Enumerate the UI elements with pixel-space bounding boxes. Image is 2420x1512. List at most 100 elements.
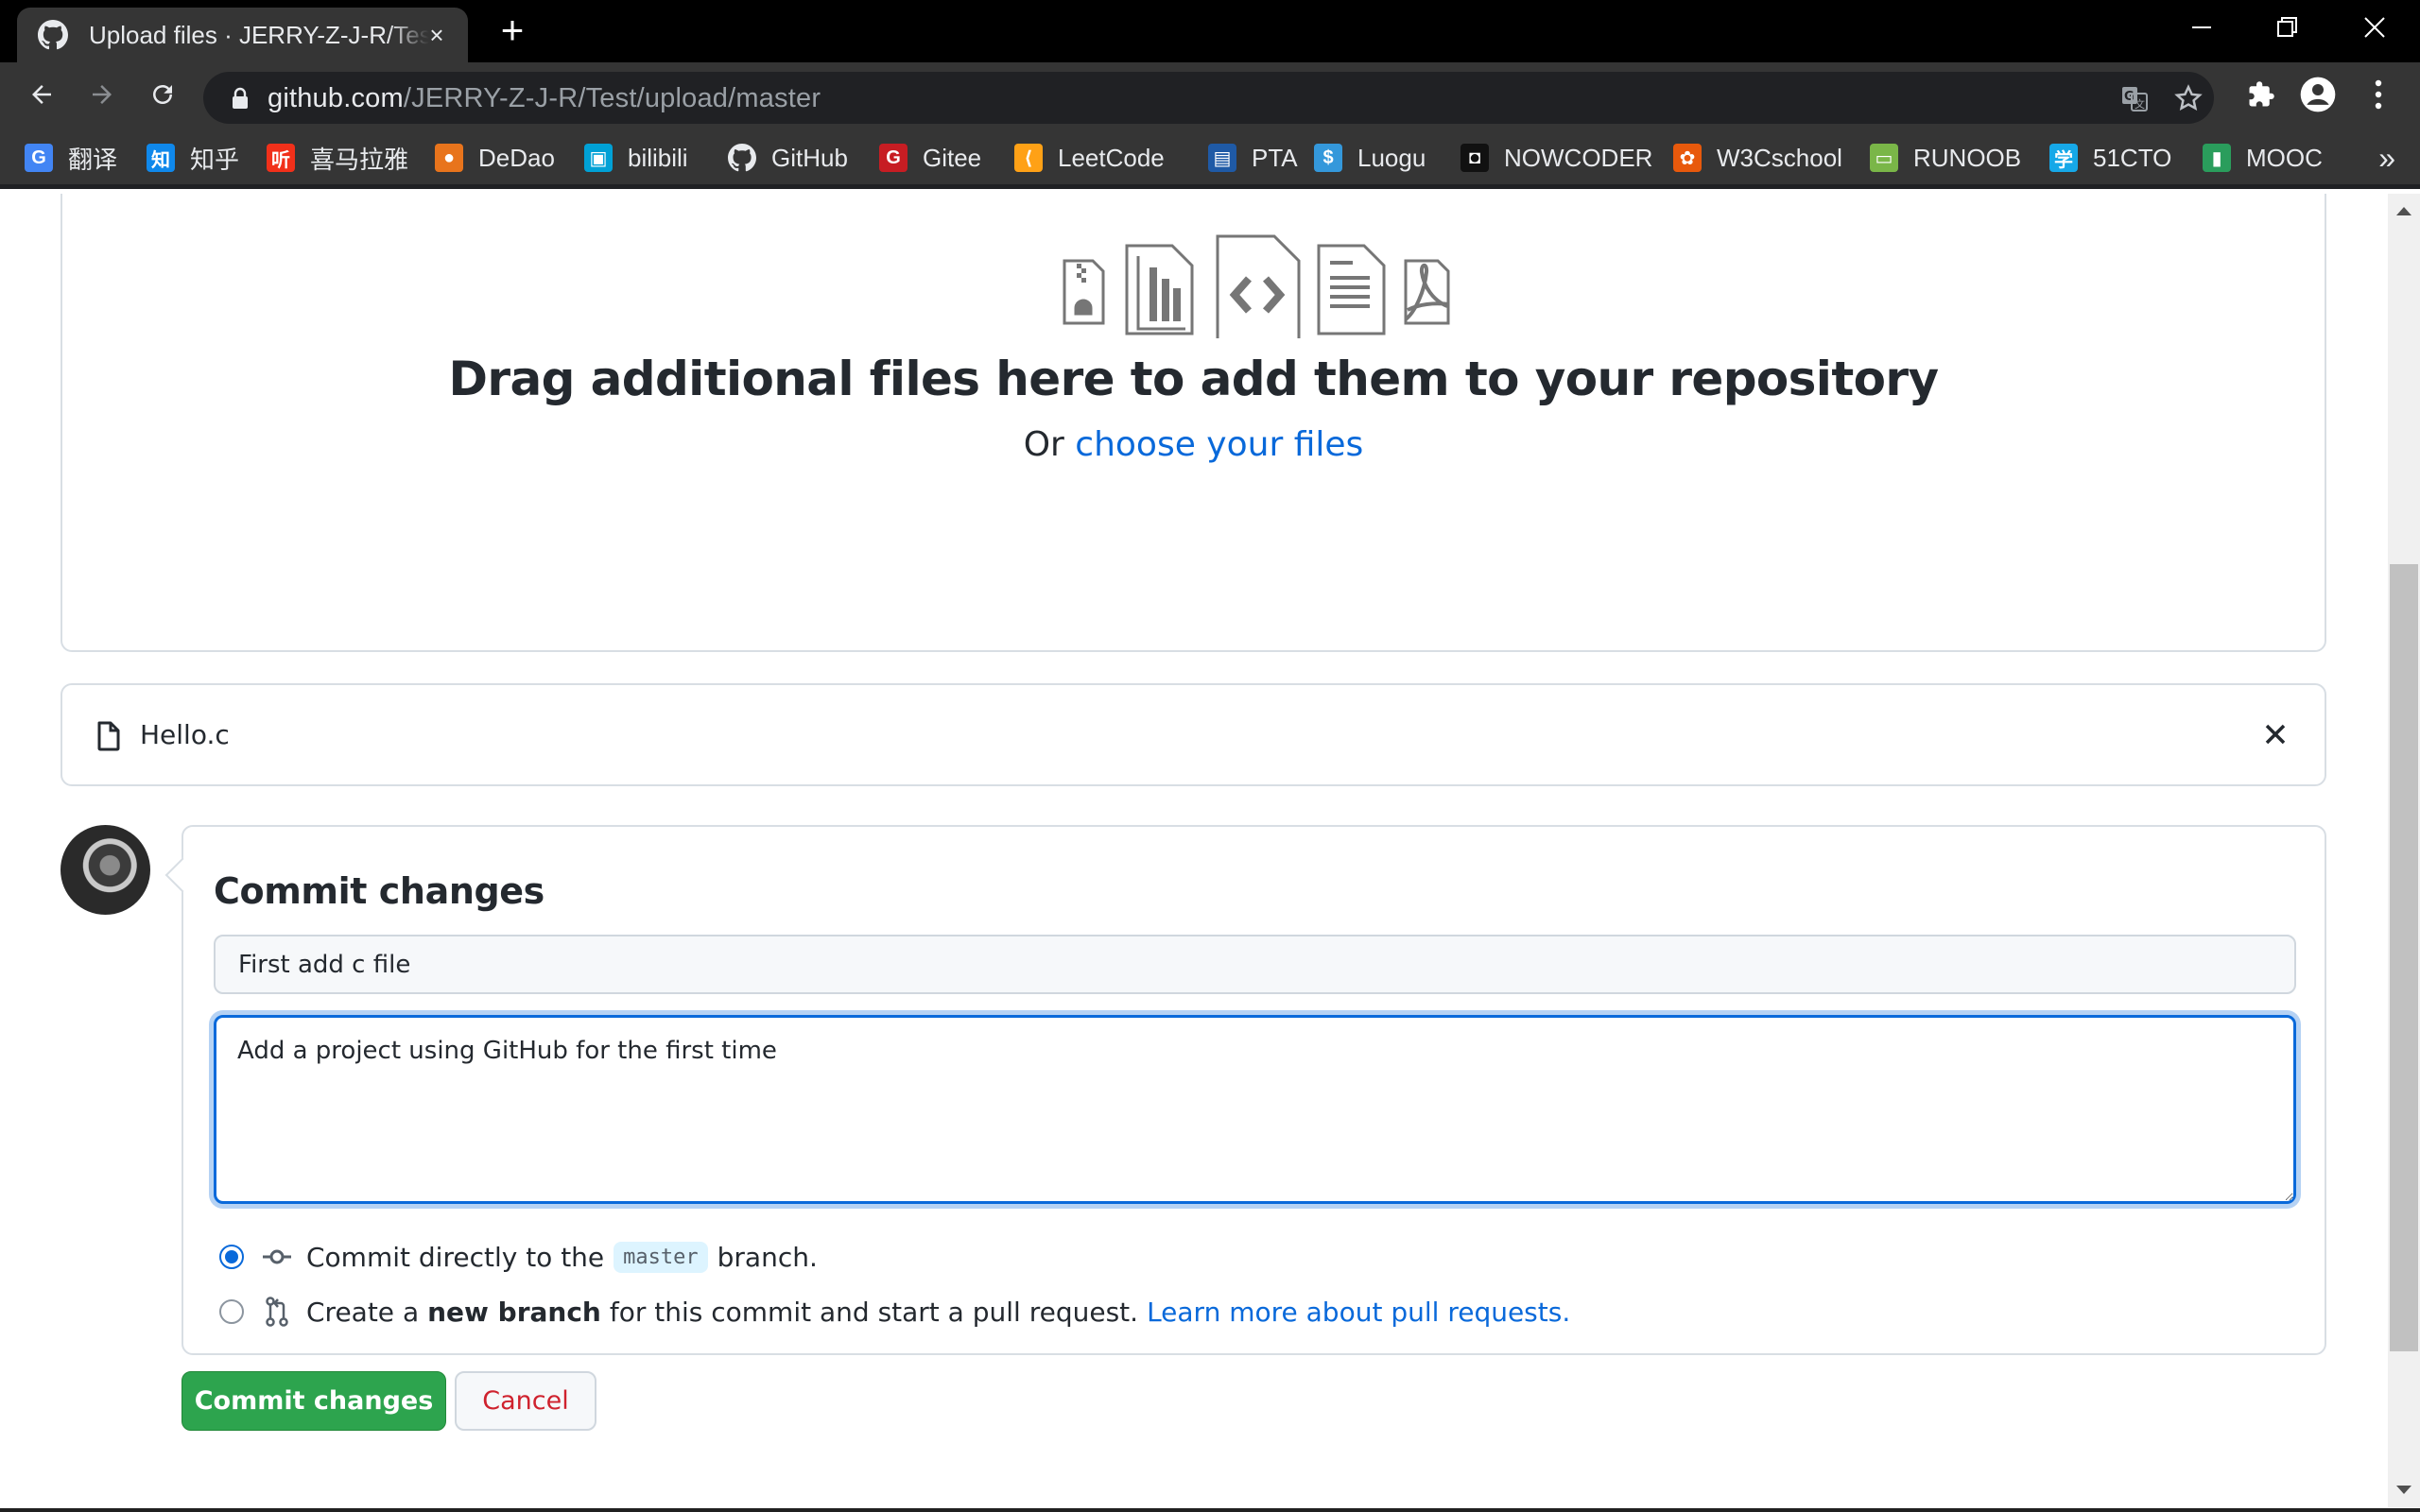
- bookmark-dedao[interactable]: ● DeDao: [435, 141, 555, 175]
- taskbar-edge: [0, 1508, 2420, 1512]
- github-icon: [728, 144, 756, 172]
- cancel-button[interactable]: Cancel: [455, 1371, 596, 1431]
- mooc-icon: ▮: [2203, 144, 2231, 172]
- bookmarks-overflow-button[interactable]: »: [2378, 141, 2395, 176]
- bookmark-label: bilibili: [628, 143, 688, 172]
- close-window-button[interactable]: [2337, 0, 2412, 55]
- address-bar[interactable]: github.com/JERRY-Z-J-R/Test/upload/maste…: [203, 72, 2214, 124]
- chart-file-icon: [1125, 244, 1194, 335]
- zhihu-icon: 知: [147, 144, 175, 172]
- bookmark-nowcoder[interactable]: ◘ NOWCODER: [1461, 141, 1652, 175]
- bookmark-label: 翻译: [68, 145, 118, 174]
- bookmark-github[interactable]: GitHub: [728, 141, 848, 175]
- bookmark-runoob[interactable]: ▭ RUNOOB: [1870, 141, 2021, 175]
- github-favicon-icon: [38, 20, 68, 50]
- arrow-left-icon: [32, 85, 51, 104]
- bookmark-label: RUNOOB: [1913, 143, 2022, 172]
- forward-button[interactable]: [81, 74, 123, 115]
- gitee-icon: G: [879, 144, 908, 172]
- new-tab-button[interactable]: +: [493, 10, 531, 50]
- reload-button[interactable]: [142, 74, 183, 115]
- browser-menu-button[interactable]: [2358, 74, 2399, 115]
- tab-title: Upload files · JERRY-Z-J-R/Test: [89, 20, 429, 49]
- bookmark-label: W3Cschool: [1717, 143, 1842, 172]
- drop-zone-subtitle: Or choose your files: [1023, 425, 1364, 464]
- bookmark-label: NOWCODER: [1504, 143, 1653, 172]
- file-drop-zone[interactable]: Drag additional files here to add them t…: [60, 194, 2326, 652]
- bookmark-mooc[interactable]: ▮ MOOC: [2203, 141, 2323, 175]
- choose-files-link[interactable]: choose your files: [1075, 425, 1363, 464]
- extensions-button[interactable]: [2240, 74, 2282, 115]
- ximalaya-icon: 听: [267, 144, 295, 172]
- bookmark-51cto[interactable]: 学 51CTO: [2049, 141, 2171, 175]
- minimize-button[interactable]: [2165, 0, 2240, 55]
- bookmark-leetcode[interactable]: ⟨ LeetCode: [1014, 141, 1165, 175]
- nowcoder-icon: ◘: [1461, 144, 1489, 172]
- leetcode-icon: ⟨: [1014, 144, 1043, 172]
- translate-button[interactable]: G文: [2118, 81, 2152, 115]
- translate-icon: G文: [2122, 87, 2148, 112]
- commit-form: Commit changes Add a project using GitHu…: [182, 825, 2326, 1355]
- arrow-right-icon: [93, 85, 112, 104]
- bookmark-[interactable]: 听喜马拉雅: [267, 141, 408, 175]
- browser-tab-active[interactable]: Upload files · JERRY-Z-J-R/Test ×: [17, 8, 468, 62]
- bookmark-label: DeDao: [478, 143, 555, 172]
- svg-text:文: 文: [2135, 97, 2145, 111]
- learn-more-pull-requests-link[interactable]: Learn more about pull requests.: [1147, 1297, 1570, 1328]
- pta-icon: ▤: [1208, 144, 1236, 172]
- bookmarks-bar: » G 翻译知知乎听喜马拉雅 ● DeDao ▣ bilibili GitHub G Gitee…: [0, 128, 2420, 189]
- 51cto-icon: 学: [2049, 144, 2078, 172]
- bookmark-label: 知乎: [190, 145, 240, 174]
- new-branch-radio[interactable]: [219, 1299, 244, 1324]
- dedao-icon: ●: [435, 144, 463, 172]
- bookmark-[interactable]: 知知乎: [147, 141, 239, 175]
- scroll-up-arrow-icon[interactable]: [2396, 207, 2411, 215]
- browser-toolbar: github.com/JERRY-Z-J-R/Test/upload/maste…: [0, 62, 2420, 128]
- commit-heading: Commit changes: [214, 870, 544, 912]
- git-commit-icon: [261, 1241, 293, 1273]
- commit-direct-radio[interactable]: [219, 1245, 244, 1269]
- commit-direct-option[interactable]: Commit directly to the master branch.: [219, 1238, 818, 1276]
- tab-close-icon[interactable]: ×: [423, 21, 451, 49]
- remove-file-icon[interactable]: [2260, 719, 2290, 749]
- pdf-file-icon: [1404, 259, 1450, 325]
- back-button[interactable]: [21, 74, 62, 115]
- pull-request-icon: [261, 1296, 293, 1328]
- bookmark-star-button[interactable]: [2171, 81, 2205, 115]
- bookmark-luogu[interactable]: $ Luogu: [1314, 141, 1426, 175]
- star-icon: [2174, 84, 2203, 112]
- google-translate-icon: G: [25, 144, 53, 172]
- uploaded-file-name: Hello.c: [140, 719, 230, 750]
- file-icon: [97, 721, 120, 751]
- commit-description-textarea[interactable]: Add a project using GitHub for the first…: [214, 1015, 2296, 1204]
- luogu-icon: $: [1314, 144, 1342, 172]
- restore-icon: [2277, 17, 2297, 37]
- bookmark-label: Luogu: [1357, 143, 1426, 172]
- reload-icon: [153, 85, 172, 104]
- bookmark-label: 喜马拉雅: [310, 145, 409, 174]
- scrollbar-thumb[interactable]: [2390, 564, 2418, 1351]
- bookmark-gitee[interactable]: G Gitee: [879, 141, 981, 175]
- account-circle-icon: [2300, 77, 2336, 112]
- bookmark-bilibili[interactable]: ▣ bilibili: [584, 141, 688, 175]
- new-branch-option[interactable]: Create a new branch for this commit and …: [219, 1293, 1570, 1331]
- file-type-icons: [1063, 234, 1450, 338]
- text-file-icon: [1317, 244, 1386, 335]
- bookmark-w3cschool[interactable]: ✿ W3Cschool: [1673, 141, 1842, 175]
- commit-summary-input[interactable]: [214, 935, 2296, 994]
- restore-button[interactable]: [2250, 0, 2325, 55]
- bookmark-label: GitHub: [771, 143, 848, 172]
- user-avatar[interactable]: [60, 825, 150, 915]
- scroll-down-arrow-icon[interactable]: [2396, 1486, 2411, 1494]
- bookmark-pta[interactable]: ▤ PTA: [1208, 141, 1298, 175]
- kebab-menu-icon: [2375, 79, 2382, 110]
- w3cschool-icon: ✿: [1673, 144, 1702, 172]
- uploaded-file-row: Hello.c: [60, 683, 2326, 786]
- commit-changes-button[interactable]: Commit changes: [182, 1371, 446, 1431]
- url-text[interactable]: github.com/JERRY-Z-J-R/Test/upload/maste…: [268, 83, 821, 114]
- bookmark-[interactable]: G 翻译: [25, 141, 117, 175]
- bookmark-label: 51CTO: [2093, 143, 2172, 172]
- profile-button[interactable]: [2297, 74, 2339, 115]
- vertical-scrollbar[interactable]: [2388, 194, 2420, 1507]
- runoob-icon: ▭: [1870, 144, 1898, 172]
